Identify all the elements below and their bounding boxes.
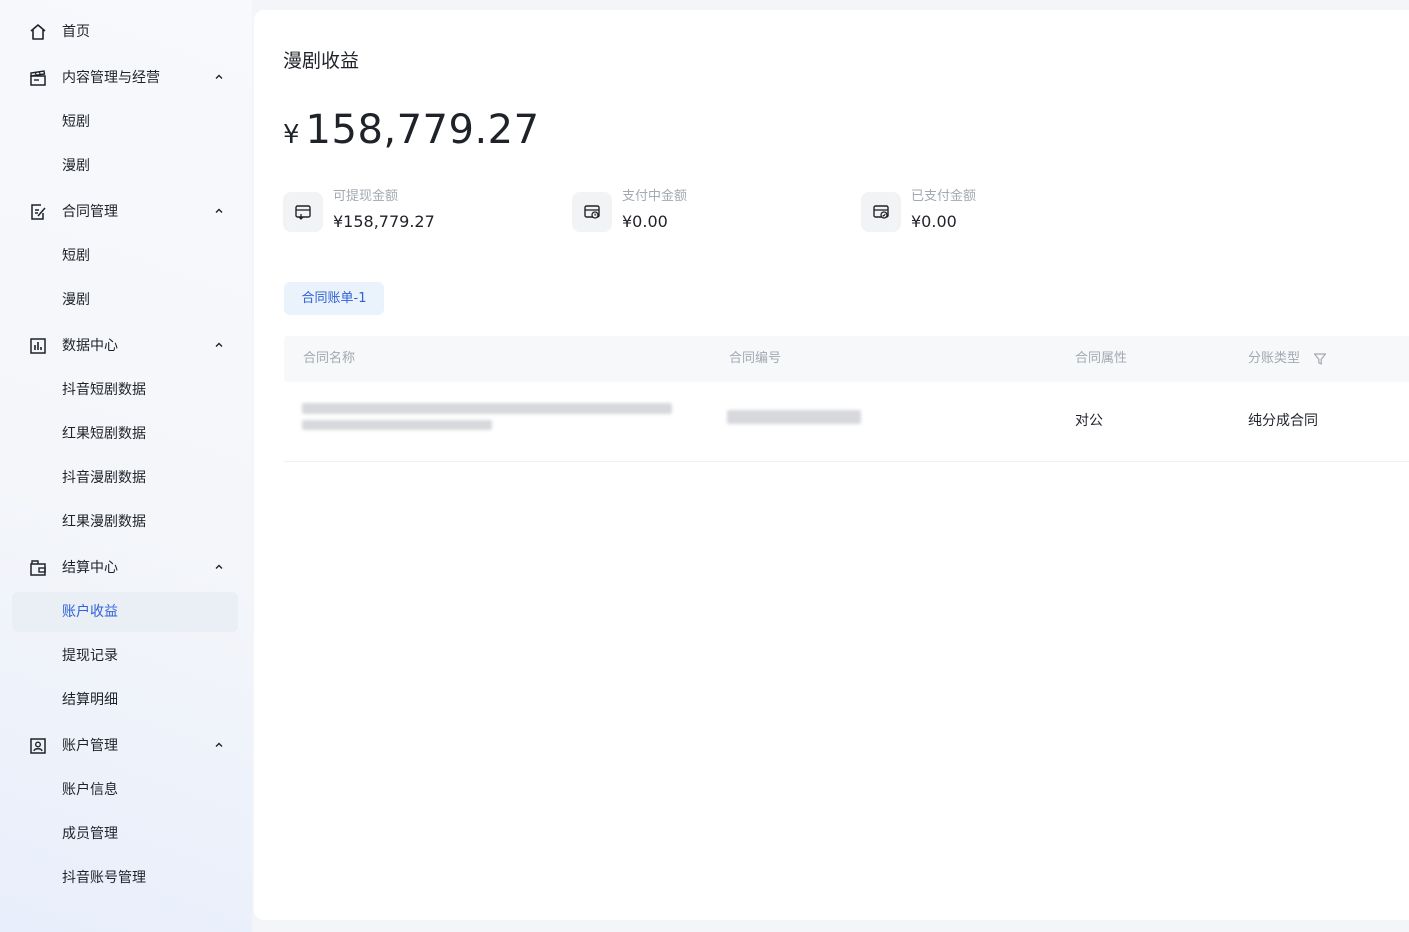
sidebar-item-label: 结算明细 [62, 692, 118, 708]
stat-value: ¥0.00 [911, 212, 957, 231]
sidebar-item-contract-comic-drama[interactable]: 漫剧 [0, 280, 252, 320]
stat-paid: 已支付金额 ¥0.00 [861, 188, 1121, 238]
sidebar-item-hongguo-comic-drama-data[interactable]: 红果漫剧数据 [0, 502, 252, 542]
stat-label: 可提现金额 [333, 189, 399, 204]
sidebar-item-label: 抖音漫剧数据 [62, 470, 146, 486]
sidebar-item-label: 成员管理 [62, 826, 118, 842]
contract-edit-icon [28, 202, 48, 222]
sidebar-item-douyin-comic-drama-data[interactable]: 抖音漫剧数据 [0, 458, 252, 498]
sidebar-item-label: 首页 [62, 24, 90, 40]
page-title: 漫剧收益 [283, 50, 360, 72]
chevron-up-icon[interactable] [212, 560, 226, 574]
sidebar-item-label: 漫剧 [62, 292, 90, 308]
chevron-up-icon[interactable] [212, 738, 226, 752]
sidebar-item-label: 红果漫剧数据 [62, 514, 146, 530]
paid-card-icon [861, 192, 901, 232]
active-highlight [12, 592, 238, 632]
column-header-contract-number: 合同编号 [729, 351, 782, 366]
redacted-text [302, 403, 672, 414]
sidebar-item-withdraw-records[interactable]: 提现记录 [0, 636, 252, 676]
stat-label: 已支付金额 [911, 189, 977, 204]
sidebar-group-label: 内容管理与经营 [62, 70, 160, 86]
sidebar-item-label: 抖音短剧数据 [62, 382, 146, 398]
sidebar-item-label: 短剧 [62, 114, 90, 130]
sidebar-item-settlement-details[interactable]: 结算明细 [0, 680, 252, 720]
stat-value: ¥0.00 [622, 212, 668, 231]
paying-card-icon [572, 192, 612, 232]
column-header-contract-attribute: 合同属性 [1075, 351, 1128, 366]
sidebar-group-label: 合同管理 [62, 204, 118, 220]
column-header-split-type: 分账类型 [1248, 351, 1301, 366]
chevron-up-icon[interactable] [212, 204, 226, 218]
sidebar-item-content-short-drama[interactable]: 短剧 [0, 102, 252, 142]
sidebar-item-content-comic-drama[interactable]: 漫剧 [0, 146, 252, 186]
sidebar-item-douyin-account-management[interactable]: 抖音账号管理 [0, 858, 252, 898]
account-card-icon [28, 736, 48, 756]
sidebar-item-account-info[interactable]: 账户信息 [0, 770, 252, 810]
stat-withdrawable: 可提现金额 ¥158,779.27 [283, 188, 543, 238]
chevron-up-icon[interactable] [212, 338, 226, 352]
sidebar-group-contract[interactable]: 合同管理 [0, 190, 252, 234]
redacted-text [727, 410, 861, 424]
sidebar-item-label: 抖音账号管理 [62, 870, 146, 886]
stat-value: ¥158,779.27 [333, 212, 435, 231]
home-icon [28, 22, 48, 42]
sidebar-group-label: 账户管理 [62, 738, 118, 754]
sidebar-group-account[interactable]: 账户管理 [0, 724, 252, 768]
sidebar-item-label: 漫剧 [62, 158, 90, 174]
sidebar-group-settlement[interactable]: 结算中心 [0, 546, 252, 590]
wallet-icon [28, 558, 48, 578]
sidebar-group-label: 结算中心 [62, 560, 118, 576]
sidebar-item-member-management[interactable]: 成员管理 [0, 814, 252, 854]
sidebar-group-data-center[interactable]: 数据中心 [0, 324, 252, 368]
chevron-up-icon[interactable] [212, 70, 226, 84]
sidebar-item-label: 账户信息 [62, 782, 118, 798]
sidebar-item-label: 提现记录 [62, 648, 118, 664]
column-header-contract-name: 合同名称 [303, 351, 356, 366]
sidebar-item-label: 账户收益 [62, 604, 118, 620]
withdraw-card-icon [283, 192, 323, 232]
filter-icon[interactable] [1313, 351, 1327, 365]
bar-chart-icon [28, 336, 48, 356]
sidebar-item-contract-short-drama[interactable]: 短剧 [0, 236, 252, 276]
sidebar-item-label: 短剧 [62, 248, 90, 264]
contract-table: 合同名称 合同编号 合同属性 分账类型 对公 纯分成合同 [284, 336, 1409, 462]
main-panel: 漫剧收益 ¥ 158,779.27 可提现金额 ¥158,779.27 支付中金… [254, 10, 1409, 920]
cell-contract-attribute: 对公 [1075, 413, 1103, 429]
tab-contract-bill-1[interactable]: 合同账单-1 [284, 282, 384, 315]
cell-split-type: 纯分成合同 [1248, 413, 1318, 429]
sidebar-item-label: 红果短剧数据 [62, 426, 146, 442]
stat-paying: 支付中金额 ¥0.00 [572, 188, 832, 238]
currency-symbol: ¥ [283, 120, 300, 150]
table-row[interactable]: 对公 纯分成合同 [284, 382, 1409, 462]
table-header: 合同名称 合同编号 合同属性 分账类型 [284, 336, 1409, 382]
total-amount: 158,779.27 [305, 107, 540, 153]
sidebar-group-label: 数据中心 [62, 338, 118, 354]
sidebar-group-content[interactable]: 内容管理与经营 [0, 56, 252, 100]
sidebar-item-douyin-short-drama-data[interactable]: 抖音短剧数据 [0, 370, 252, 410]
sidebar-item-home[interactable]: 首页 [0, 10, 252, 54]
sidebar-item-hongguo-short-drama-data[interactable]: 红果短剧数据 [0, 414, 252, 454]
sidebar-item-account-earnings[interactable]: 账户收益 [0, 592, 252, 632]
total-earnings: ¥ 158,779.27 [283, 106, 540, 154]
redacted-text [302, 420, 492, 430]
clapperboard-icon [28, 68, 48, 88]
stat-label: 支付中金额 [622, 189, 688, 204]
sidebar: 首页 内容管理与经营 短剧 漫剧 合同管理 短剧 漫剧 数据中心 抖音短剧数据 … [0, 0, 252, 932]
